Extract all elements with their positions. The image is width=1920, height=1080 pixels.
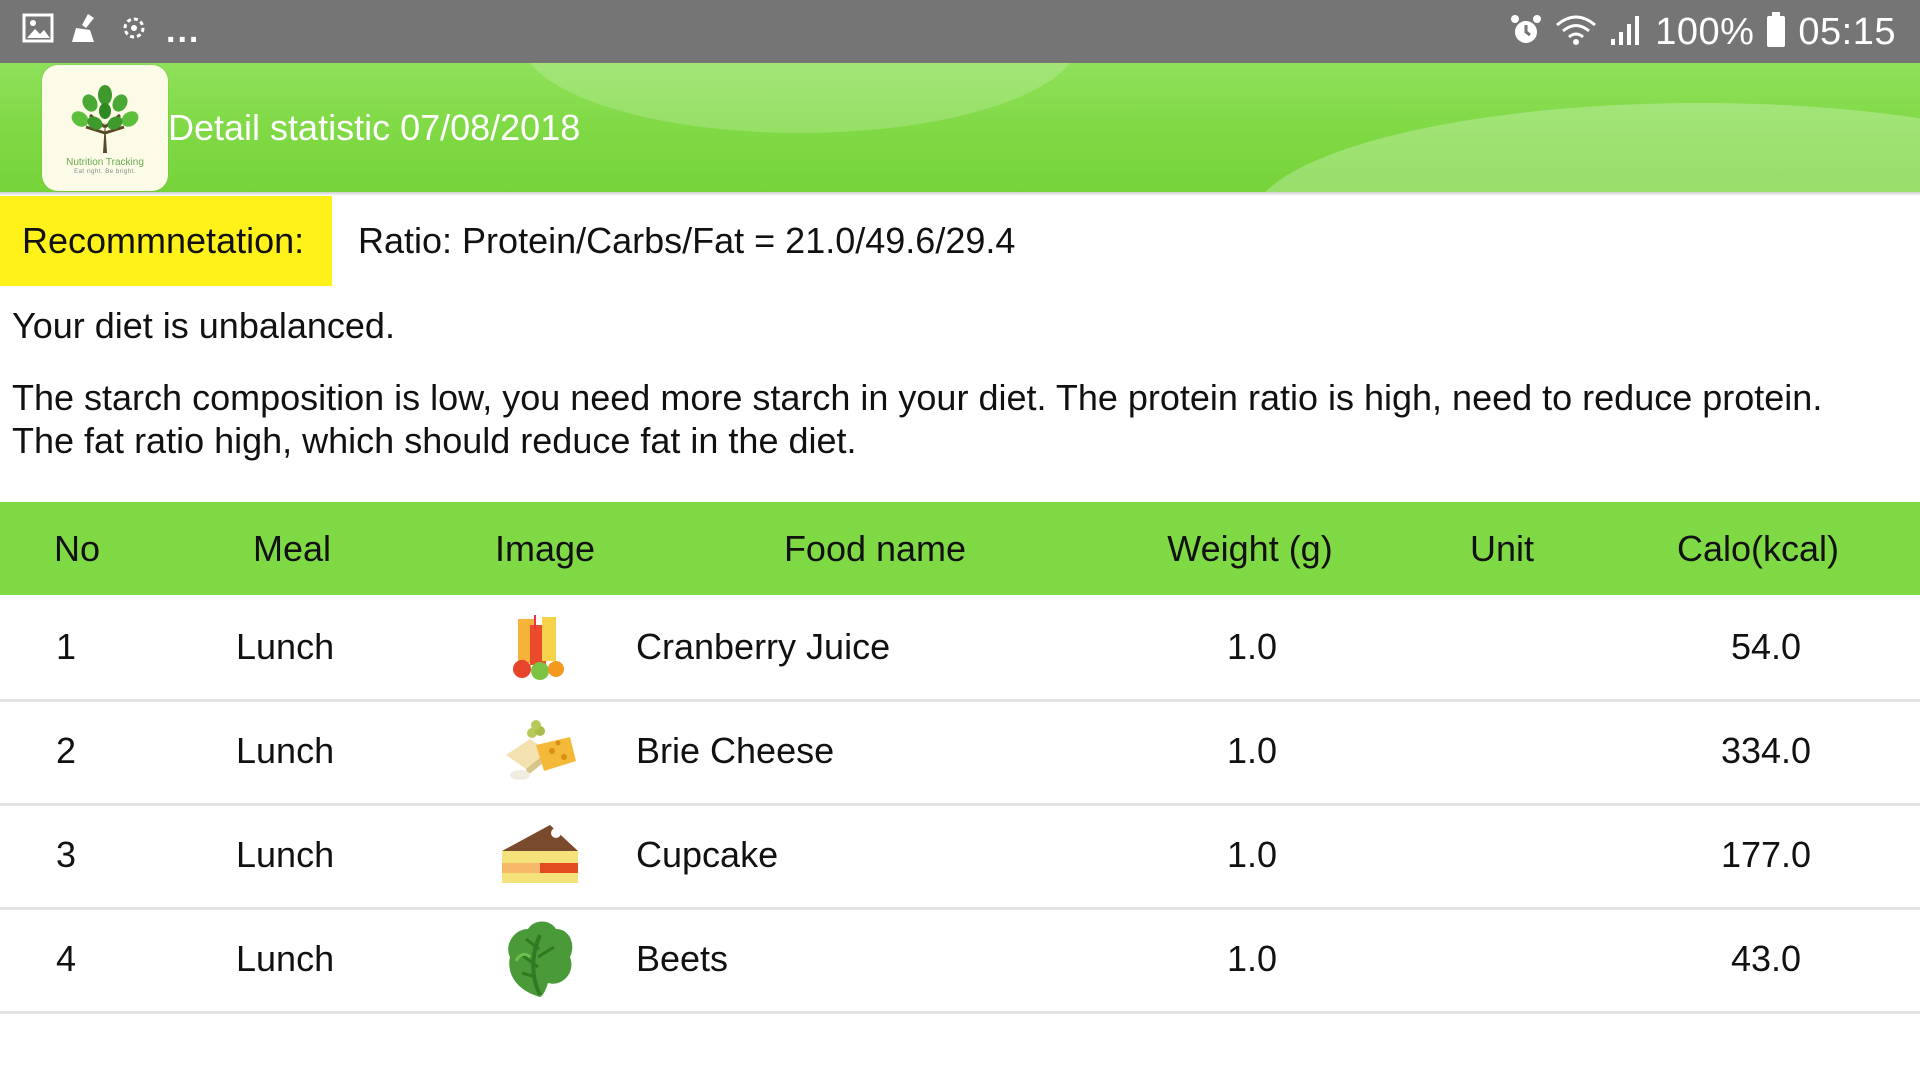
row-weight: 1.0 <box>1226 626 1278 667</box>
row-meal: Lunch <box>236 730 335 771</box>
status-bar: ... 100% 05:15 <box>0 0 1920 63</box>
row-meal: Lunch <box>236 834 335 875</box>
status-bar-system: 100% 05:15 <box>1509 8 1896 56</box>
logo-text: Nutrition Tracking <box>66 157 144 168</box>
row-weight: 1.0 <box>1226 834 1278 875</box>
juice-icon <box>500 613 580 683</box>
row-weight: 1.0 <box>1226 730 1278 771</box>
row-number: 2 <box>56 730 77 771</box>
app-logo[interactable]: Nutrition Tracking Eat right. Be bright. <box>42 65 168 191</box>
header-decoration <box>1250 103 1920 192</box>
status-bar-notifications: ... <box>22 12 200 49</box>
row-calories: 43.0 <box>1730 938 1802 979</box>
diet-advice-line: The fat ratio high, which should reduce … <box>12 420 857 461</box>
diet-advice: The starch composition is low, you need … <box>12 376 1902 462</box>
column-header-food-name: Food name <box>783 528 967 569</box>
column-header-meal: Meal <box>252 528 332 569</box>
signal-icon <box>1609 13 1643 52</box>
cheese-icon <box>500 717 580 787</box>
sync-icon <box>116 12 152 49</box>
row-weight: 1.0 <box>1226 938 1278 979</box>
tree-icon <box>71 85 139 153</box>
diet-advice-line: The starch composition is low, you need … <box>12 377 1823 418</box>
wifi-icon <box>1555 13 1597 52</box>
row-unit <box>1450 907 1554 1011</box>
cake-icon <box>500 821 580 891</box>
recommendation-label: Recommnetation: <box>0 196 332 286</box>
row-number: 4 <box>56 938 77 979</box>
row-unit <box>1450 699 1554 803</box>
logo-subtext: Eat right. Be bright. <box>74 169 136 175</box>
battery-icon <box>1766 11 1786 53</box>
cleaner-icon <box>68 12 102 49</box>
column-header-no: No <box>53 528 101 569</box>
row-food-name: Cranberry Juice <box>636 626 891 667</box>
column-header-calories: Calo(kcal) <box>1676 528 1840 569</box>
row-unit <box>1450 595 1554 699</box>
row-calories: 177.0 <box>1720 834 1812 875</box>
column-header-weight: Weight (g) <box>1167 528 1333 569</box>
row-number: 1 <box>56 626 77 667</box>
row-calories: 54.0 <box>1730 626 1802 667</box>
table-header: No Meal Image Food name Weight (g) Unit … <box>0 502 1920 595</box>
more-notifications-indicator: ... <box>166 11 201 50</box>
row-unit <box>1450 803 1554 907</box>
column-header-unit: Unit <box>1469 528 1535 569</box>
page-title: Detail statistic 07/08/2018 <box>168 107 581 148</box>
gallery-icon <box>22 12 54 49</box>
clock: 05:15 <box>1798 11 1896 53</box>
lettuce-icon <box>500 917 580 1001</box>
table-row[interactable]: 1 Lunch Cranberry Juice 1.0 54.0 <box>0 595 1920 702</box>
row-food-name: Cupcake <box>636 834 779 875</box>
row-food-name: Beets <box>636 938 729 979</box>
row-number: 3 <box>56 834 77 875</box>
row-meal: Lunch <box>236 938 335 979</box>
row-calories: 334.0 <box>1720 730 1812 771</box>
header-decoration <box>520 63 1080 133</box>
table-row[interactable]: 4 Lunch Beets 1.0 43.0 <box>0 907 1920 1014</box>
macro-ratio: Ratio: Protein/Carbs/Fat = 21.0/49.6/29.… <box>358 220 1016 261</box>
diet-verdict: Your diet is unbalanced. <box>12 305 395 346</box>
row-meal: Lunch <box>236 626 335 667</box>
row-food-name: Brie Cheese <box>636 730 835 771</box>
battery-percentage: 100% <box>1655 11 1755 53</box>
app-bar: Nutrition Tracking Eat right. Be bright.… <box>0 63 1920 192</box>
alarm-icon <box>1509 13 1543 52</box>
table-row[interactable]: 3 Lunch Cupcake 1.0 177.0 <box>0 803 1920 910</box>
column-header-image: Image <box>494 528 596 569</box>
table-row[interactable]: 2 Lunch Brie Cheese 1.0 334.0 <box>0 699 1920 806</box>
